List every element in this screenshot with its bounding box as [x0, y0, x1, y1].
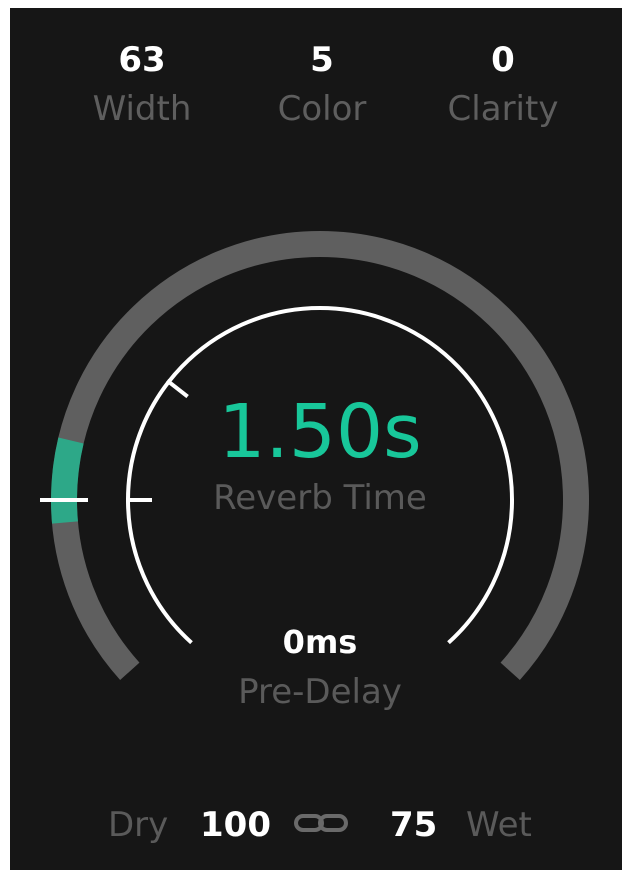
dry-value[interactable]: 100	[200, 800, 271, 850]
width-control[interactable]: 63 Width	[62, 40, 222, 132]
link-chain-icon[interactable]	[292, 808, 350, 838]
clarity-value: 0	[491, 40, 515, 80]
wet-label: Wet	[466, 805, 532, 845]
clarity-control[interactable]: 0 Clarity	[423, 40, 583, 132]
reverb-time-value: 1.50s	[218, 389, 422, 475]
width-label: Width	[92, 89, 192, 129]
color-value: 5	[310, 40, 334, 80]
color-control[interactable]: 5 Color	[242, 40, 402, 132]
color-label: Color	[277, 89, 367, 129]
pre-delay-value[interactable]: 0ms	[220, 622, 420, 662]
width-value: 63	[118, 40, 166, 80]
clarity-label: Clarity	[447, 89, 559, 129]
dry-label: Dry	[108, 805, 169, 845]
pre-delay-label: Pre-Delay	[238, 672, 402, 712]
reverb-time-label: Reverb Time	[213, 478, 427, 518]
wet-value[interactable]: 75	[390, 800, 437, 850]
